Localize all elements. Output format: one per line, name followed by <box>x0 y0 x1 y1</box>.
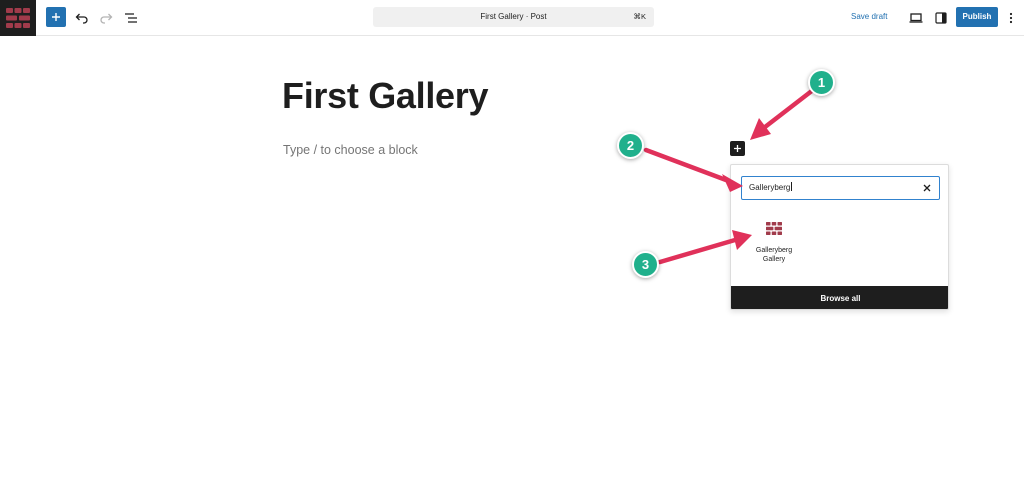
desktop-preview-icon <box>909 13 923 23</box>
more-vertical-icon <box>1009 12 1013 24</box>
block-inserter-toggle[interactable] <box>46 7 66 27</box>
post-title[interactable]: First Gallery <box>282 75 489 117</box>
annotation-arrowhead-1 <box>750 118 771 140</box>
document-bar[interactable]: First Gallery · Post ⌘K <box>373 7 654 27</box>
block-inserter-button[interactable] <box>730 141 745 156</box>
galleryberg-block-icon <box>766 222 782 235</box>
block-placeholder[interactable]: Type / to choose a block <box>283 143 418 157</box>
plus-icon <box>734 145 741 152</box>
annotation-arrow-1 <box>762 87 816 130</box>
sidebar-settings-icon <box>935 12 947 24</box>
block-result-label: Galleryberg Gallery <box>755 247 793 263</box>
browse-all-button[interactable]: Browse all <box>731 286 948 309</box>
annotation-arrow-3 <box>657 237 738 265</box>
redo-icon <box>100 13 113 24</box>
list-view-icon <box>125 13 137 23</box>
publish-button[interactable]: Publish <box>956 7 998 27</box>
options-menu-button[interactable] <box>1003 7 1019 29</box>
undo-icon <box>75 13 88 24</box>
document-title: First Gallery · Post <box>480 12 547 21</box>
list-view-button[interactable] <box>120 7 142 29</box>
annotation-step-1: 1 <box>808 69 835 96</box>
preview-button[interactable] <box>905 7 927 29</box>
block-search-value: Galleryberg <box>749 177 792 199</box>
editor-toolbar: First Gallery · Post ⌘K Save draft Publi… <box>0 0 1024 36</box>
close-icon[interactable] <box>922 183 932 193</box>
command-palette-shortcut: ⌘K <box>633 12 646 21</box>
annotation-step-3: 3 <box>632 251 659 278</box>
block-search-input[interactable]: Galleryberg <box>741 176 940 200</box>
plus-icon <box>52 13 60 21</box>
annotation-arrow-2 <box>643 147 729 183</box>
undo-button[interactable] <box>71 7 93 29</box>
annotation-step-2: 2 <box>617 132 644 159</box>
settings-sidebar-button[interactable] <box>930 7 952 29</box>
save-draft-button[interactable]: Save draft <box>851 8 887 26</box>
quick-inserter-popover: Galleryberg Galleryberg Gallery Browse a… <box>730 164 949 310</box>
galleryberg-logo-icon[interactable] <box>0 0 36 36</box>
block-result-galleryberg-gallery[interactable]: Galleryberg Gallery <box>745 218 803 270</box>
redo-button[interactable] <box>95 7 117 29</box>
